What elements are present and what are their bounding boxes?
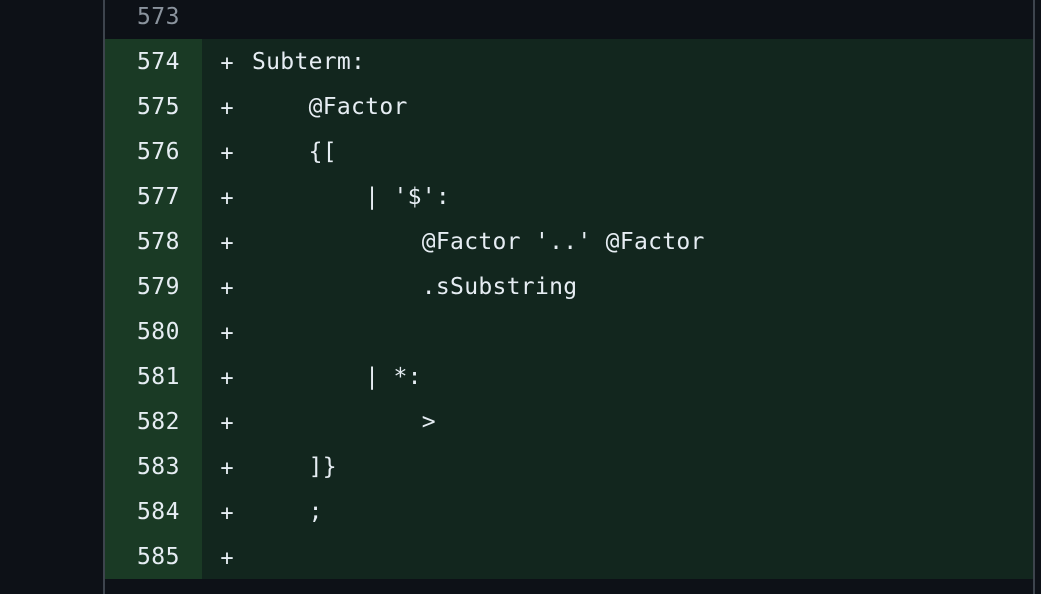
diff-panel[interactable]: 573 574 + Subterm: 575 + @Factor 576 + {… [103, 0, 1035, 594]
line-number[interactable]: 574 [105, 39, 202, 84]
line-number[interactable]: 577 [105, 174, 202, 219]
diff-line[interactable]: 584 + ; [105, 489, 1033, 534]
diff-marker: + [220, 141, 234, 166]
line-number[interactable]: 576 [105, 129, 202, 174]
line-number[interactable]: 573 [105, 0, 202, 39]
diff-marker: + [220, 96, 234, 121]
line-number[interactable]: 579 [105, 264, 202, 309]
code-text: ]} [252, 453, 337, 480]
line-number[interactable]: 578 [105, 219, 202, 264]
diff-line[interactable]: 585 + [105, 534, 1033, 579]
code-text: @Factor '..' @Factor [252, 228, 705, 255]
line-number[interactable]: 584 [105, 489, 202, 534]
diff-marker: + [220, 276, 234, 301]
code-text: | '$': [252, 183, 451, 210]
code-text: @Factor [252, 93, 408, 120]
code-text: | *: [252, 363, 422, 390]
line-number[interactable]: 585 [105, 534, 202, 579]
left-margin [0, 0, 103, 594]
diff-line[interactable]: 574 + Subterm: [105, 39, 1033, 84]
diff-line[interactable]: 578 + @Factor '..' @Factor [105, 219, 1033, 264]
diff-line[interactable]: 583 + ]} [105, 444, 1033, 489]
code-text: .sSubstring [252, 273, 578, 300]
line-number[interactable]: 583 [105, 444, 202, 489]
diff-line[interactable]: 577 + | '$': [105, 174, 1033, 219]
diff-line[interactable]: 575 + @Factor [105, 84, 1033, 129]
diff-line[interactable]: 579 + .sSubstring [105, 264, 1033, 309]
diff-marker: + [220, 456, 234, 481]
line-number[interactable]: 581 [105, 354, 202, 399]
diff-line[interactable]: 581 + | *: [105, 354, 1033, 399]
line-number[interactable]: 575 [105, 84, 202, 129]
diff-marker: + [220, 186, 234, 211]
diff-marker: + [220, 366, 234, 391]
right-margin [1035, 0, 1041, 594]
diff-marker: + [220, 321, 234, 346]
diff-marker: + [220, 501, 234, 526]
diff-viewer: 573 574 + Subterm: 575 + @Factor 576 + {… [0, 0, 1041, 594]
code-text: {[ [252, 138, 337, 165]
diff-marker: + [220, 231, 234, 256]
diff-line[interactable]: 582 + > [105, 399, 1033, 444]
code-text: > [252, 408, 436, 435]
diff-marker: + [220, 546, 234, 571]
code-text: Subterm: [252, 48, 366, 75]
code-text: ; [252, 498, 323, 525]
line-number[interactable]: 582 [105, 399, 202, 444]
diff-marker [202, 0, 252, 39]
diff-line[interactable]: 573 [105, 0, 1033, 39]
diff-marker: + [220, 51, 234, 76]
diff-line[interactable]: 580 + [105, 309, 1033, 354]
line-number[interactable]: 580 [105, 309, 202, 354]
diff-line[interactable]: 576 + {[ [105, 129, 1033, 174]
diff-marker: + [220, 411, 234, 436]
